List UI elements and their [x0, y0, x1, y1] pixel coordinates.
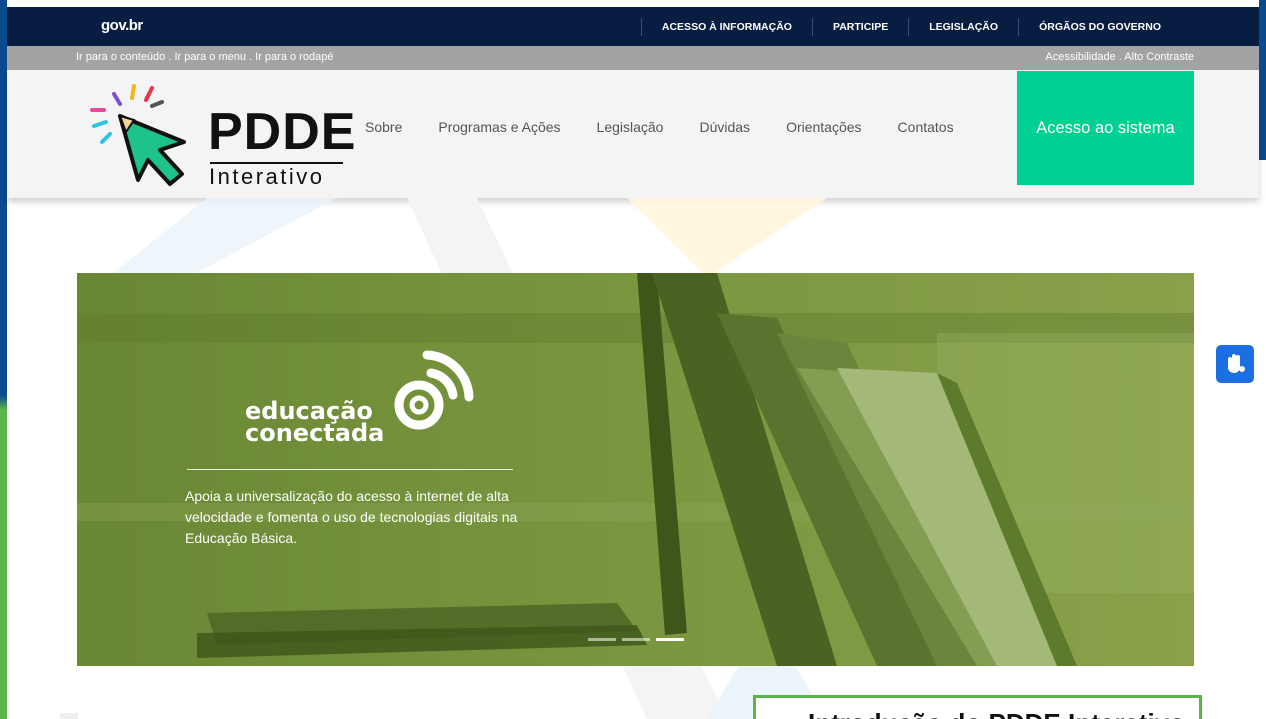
carousel-dot-1[interactable] [588, 638, 616, 641]
main-nav: Sobre Programas e Ações Legislação Dúvid… [347, 70, 972, 184]
accessibility-links[interactable]: Acessibilidade . Alto Contraste [1045, 51, 1194, 63]
acesso-sistema-button[interactable]: Acesso ao sistema [1017, 71, 1194, 185]
gov-links: ACESSO À INFORMAÇÃO PARTICIPE LEGISLAÇÃO… [640, 7, 1181, 46]
pencil-cursor-icon [90, 84, 186, 186]
govbr-logo[interactable]: gov.br [101, 17, 143, 34]
nav-item-legislacao[interactable]: Legislação [597, 119, 664, 135]
bottom-left-fragment [60, 713, 78, 719]
intro-card: Introdução do PDDE Interativo [753, 695, 1202, 719]
wifi-at-icon [394, 350, 474, 430]
pdde-logo[interactable]: PDDE Interativo [90, 80, 360, 190]
hero-campaign-name: educação conectada [245, 397, 385, 447]
gov-link-participe[interactable]: PARTICIPE [811, 17, 908, 36]
brand-subtitle: Interativo [209, 164, 325, 189]
intro-card-title: Introdução do PDDE Interativo [808, 708, 1185, 719]
hero-carousel[interactable]: educação conectada Apoia a universalizaç… [77, 273, 1194, 666]
libras-accessibility-button[interactable] [1216, 345, 1254, 383]
nav-item-duvidas[interactable]: Dúvidas [699, 119, 750, 135]
carousel-indicators [588, 638, 684, 641]
gov-link-orgaos[interactable]: ÓRGÃOS DO GOVERNO [1018, 17, 1181, 36]
right-edge-strip [1259, 0, 1266, 719]
gov-link-legislacao[interactable]: LEGISLAÇÃO [908, 17, 1018, 36]
carousel-dot-3[interactable] [656, 638, 684, 641]
left-edge-strip [0, 0, 7, 719]
skip-links[interactable]: Ir para o conteúdo . Ir para o menu . Ir… [76, 51, 333, 63]
gov-link-acesso-informacao[interactable]: ACESSO À INFORMAÇÃO [640, 17, 812, 36]
carousel-dot-2[interactable] [622, 638, 650, 641]
hero-description: Apoia a universalização do acesso à inte… [185, 488, 518, 546]
hero-divider [187, 469, 513, 470]
nav-item-sobre[interactable]: Sobre [365, 119, 402, 135]
accessibility-bar: Ir para o conteúdo . Ir para o menu . Ir… [7, 46, 1259, 70]
site-header: PDDE Interativo Sobre Programas e Ações … [7, 70, 1259, 198]
nav-item-contatos[interactable]: Contatos [898, 119, 954, 135]
gov-bar: gov.br ACESSO À INFORMAÇÃO PARTICIPE LEG… [7, 7, 1259, 46]
nav-item-programas[interactable]: Programas e Ações [438, 119, 560, 135]
sign-language-hand-icon [1228, 354, 1245, 373]
brand-title: PDDE [208, 103, 357, 161]
nav-item-orientacoes[interactable]: Orientações [786, 119, 861, 135]
